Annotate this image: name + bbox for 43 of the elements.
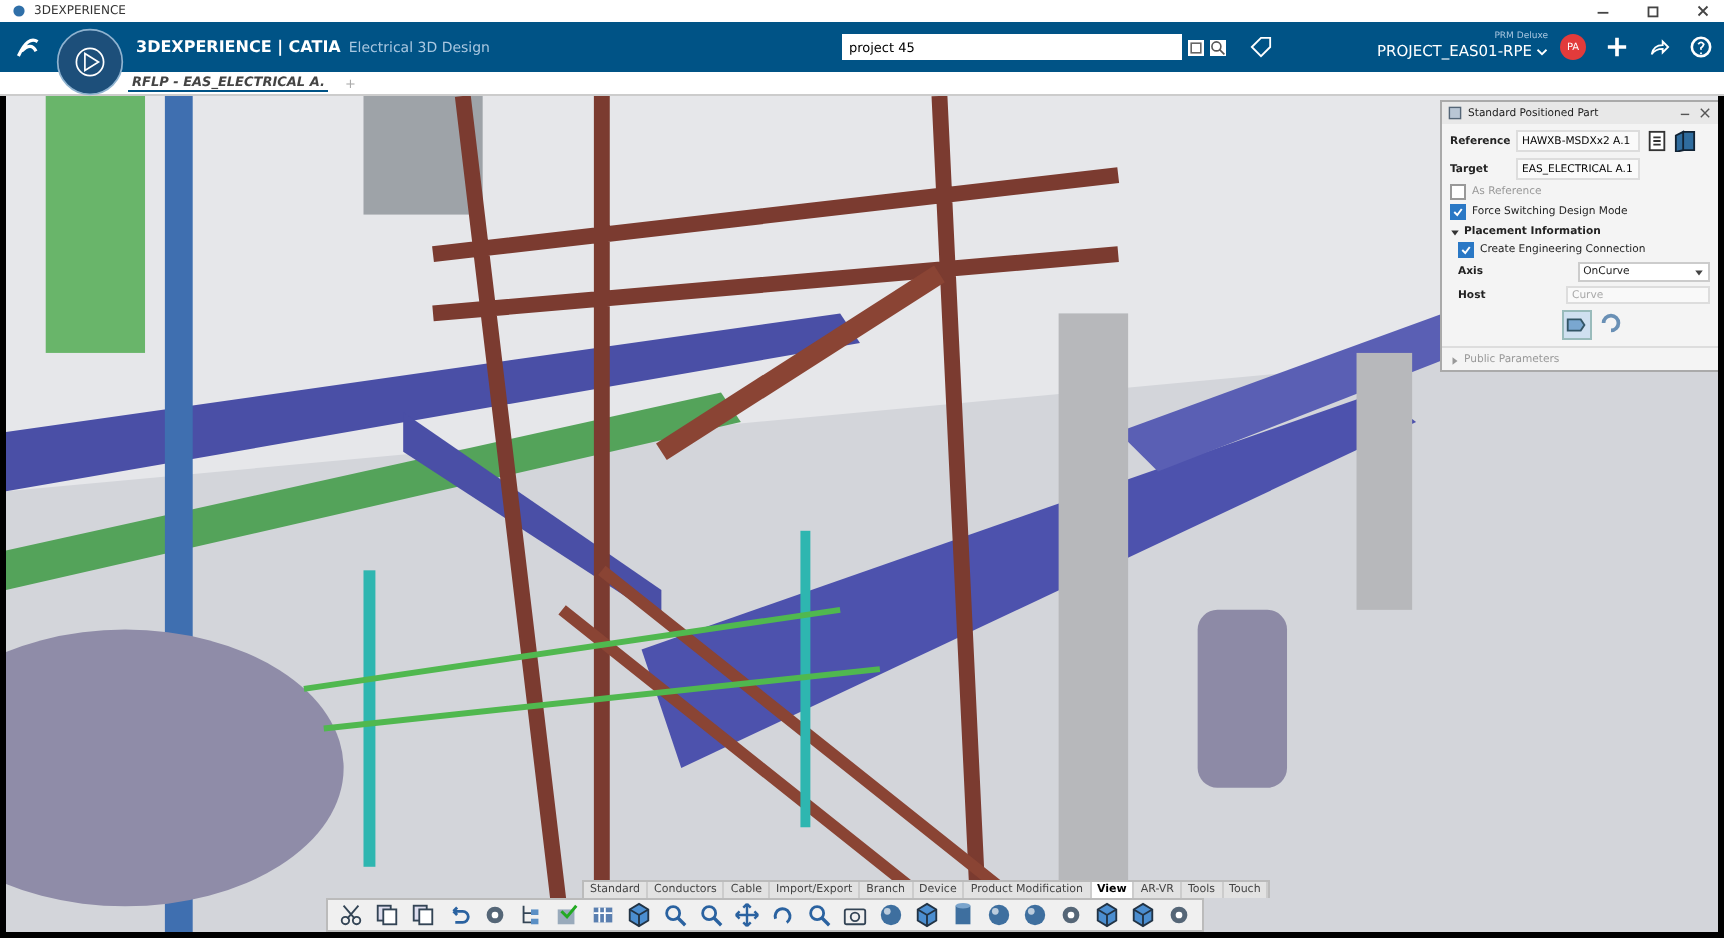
tree-icon[interactable]	[518, 902, 544, 928]
tag-icon[interactable]	[1250, 36, 1273, 58]
caret-icon	[1450, 227, 1460, 237]
search-icon[interactable]	[1210, 39, 1227, 55]
compass-icon[interactable]	[56, 28, 124, 96]
check-icon[interactable]	[554, 902, 580, 928]
sphere-icon[interactable]	[878, 902, 904, 928]
cube-icon[interactable]	[914, 902, 940, 928]
catalog-icon[interactable]	[1646, 130, 1668, 152]
cylinder-icon[interactable]	[950, 902, 976, 928]
copy-icon[interactable]	[410, 902, 436, 928]
checkbox[interactable]	[1458, 242, 1474, 258]
app-icon	[12, 4, 26, 18]
restore-icon[interactable]	[1644, 2, 1662, 20]
copy-icon[interactable]	[374, 902, 400, 928]
book-stack-icon[interactable]	[1674, 130, 1696, 152]
add-icon[interactable]	[1606, 36, 1628, 58]
grid-icon[interactable]	[590, 902, 616, 928]
sphere-icon[interactable]	[986, 902, 1012, 928]
move-icon[interactable]	[734, 902, 760, 928]
sphere-icon[interactable]	[1022, 902, 1048, 928]
scissors-icon[interactable]	[338, 902, 364, 928]
checkbox[interactable]	[1450, 204, 1466, 220]
rotate-icon[interactable]	[770, 902, 796, 928]
clear-icon[interactable]	[1188, 39, 1205, 55]
close-icon[interactable]	[1694, 2, 1712, 20]
app-brand: 3DEXPERIENCE | CATIA	[136, 38, 341, 56]
chevron-icon[interactable]	[1536, 45, 1548, 58]
magnifier-icon[interactable]	[662, 902, 688, 928]
caret-icon	[1450, 355, 1460, 365]
share-icon[interactable]	[1648, 36, 1670, 58]
cube-icon[interactable]	[1130, 902, 1156, 928]
rotate-part-icon[interactable]	[1598, 310, 1624, 336]
flip-direction-icon[interactable]	[1562, 310, 1592, 340]
cube-icon[interactable]	[1094, 902, 1120, 928]
caret-icon	[1694, 267, 1704, 277]
magnifier-icon[interactable]	[698, 902, 724, 928]
checkbox[interactable]	[1450, 184, 1466, 200]
magnifier-icon[interactable]	[806, 902, 832, 928]
part-icon	[1448, 106, 1462, 120]
close-icon[interactable]	[1698, 106, 1712, 120]
cube-icon[interactable]	[626, 902, 652, 928]
help-icon[interactable]	[1690, 36, 1712, 58]
